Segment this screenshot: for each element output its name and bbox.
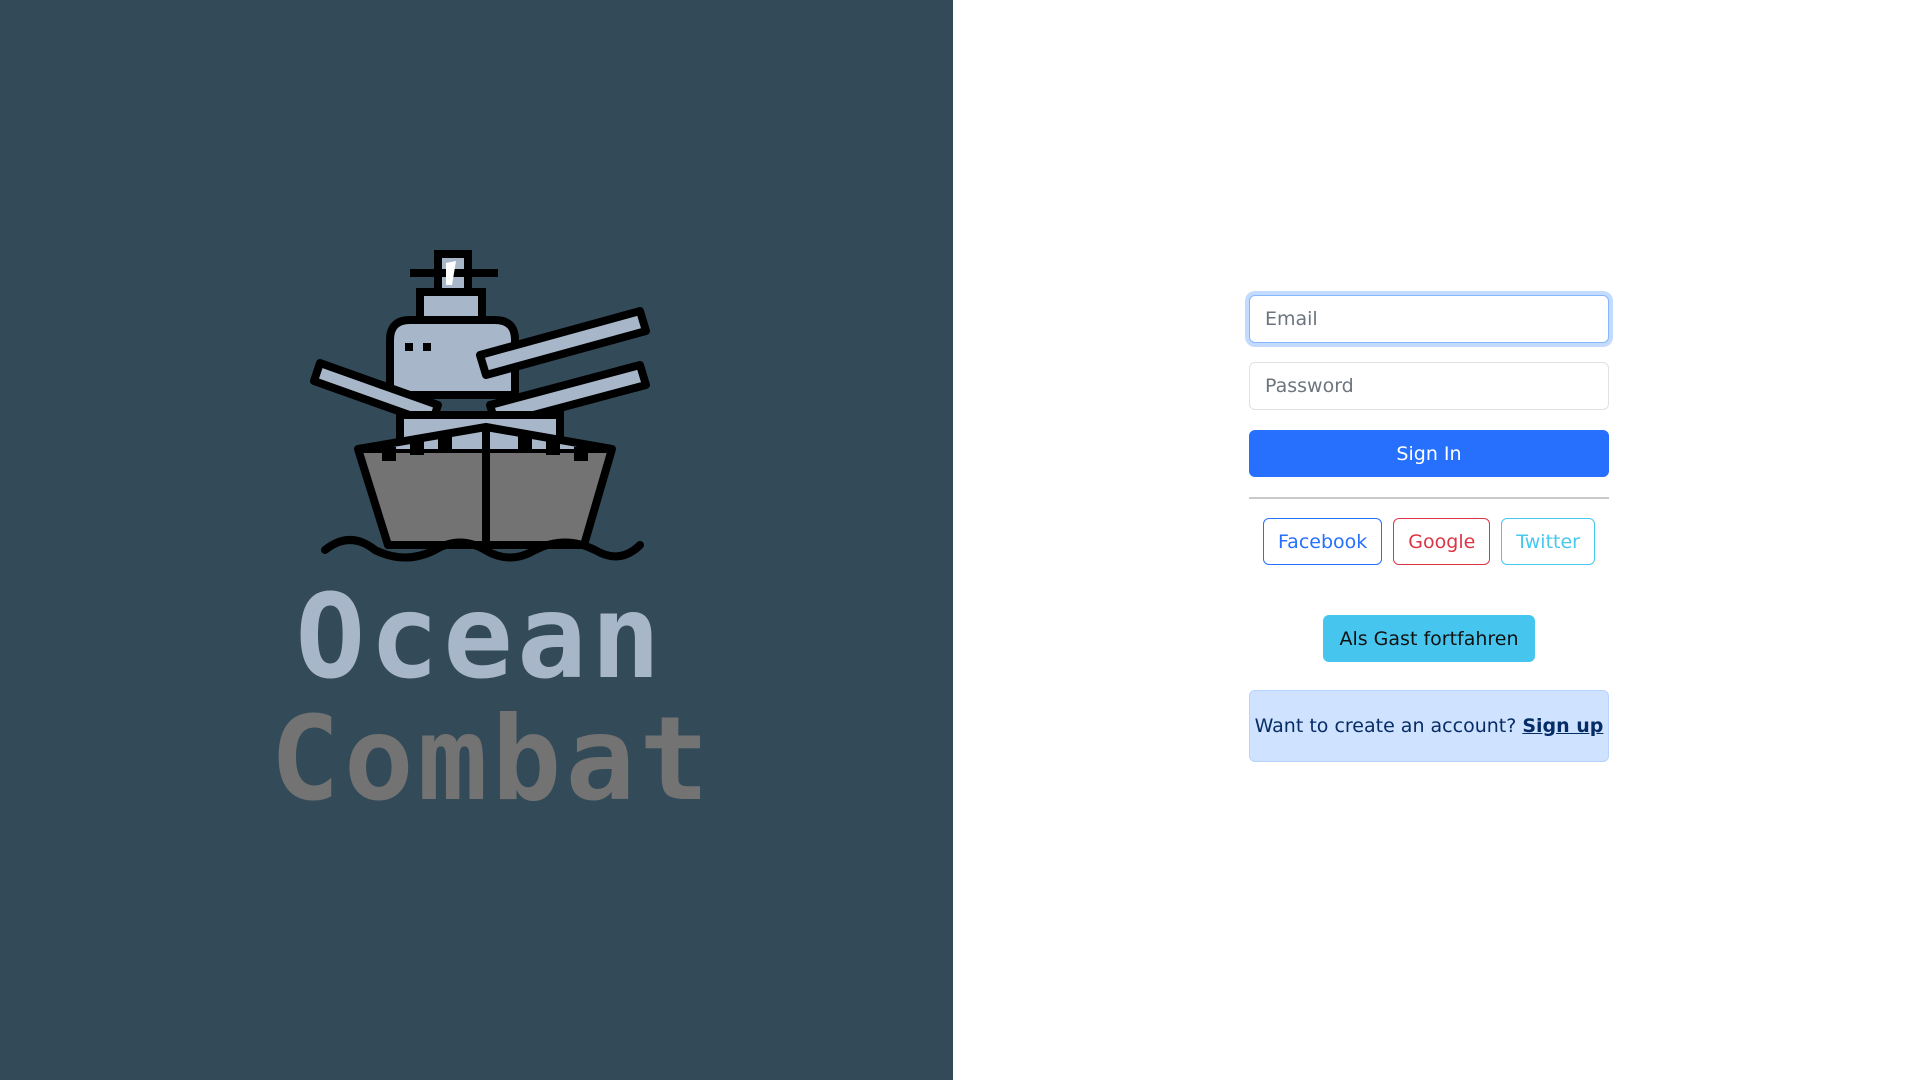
login-form: Sign In Facebook Google Twitter Als Gast… (1249, 295, 1609, 762)
signup-link[interactable]: Sign up (1522, 715, 1603, 737)
brand-name-line-1: Ocean (295, 570, 665, 705)
signup-alert: Want to create an account? Sign up (1249, 690, 1609, 762)
guest-button[interactable]: Als Gast fortfahren (1323, 615, 1535, 662)
facebook-login-button[interactable]: Facebook (1263, 518, 1383, 565)
login-page: Ocean Combat Sign In Facebook Google Twi… (0, 0, 1920, 1080)
brand-panel: Ocean Combat (0, 0, 953, 1080)
social-login-row: Facebook Google Twitter (1249, 518, 1609, 565)
battleship-icon (310, 250, 650, 562)
login-panel: Sign In Facebook Google Twitter Als Gast… (953, 0, 1920, 1080)
google-login-button[interactable]: Google (1393, 518, 1491, 565)
guest-row: Als Gast fortfahren (1249, 615, 1609, 662)
divider (1249, 497, 1609, 499)
signup-prompt: Want to create an account? (1254, 715, 1517, 737)
brand-name-line-2: Combat (270, 692, 714, 827)
email-field[interactable] (1249, 295, 1609, 343)
password-field[interactable] (1249, 362, 1609, 410)
twitter-login-button[interactable]: Twitter (1501, 518, 1595, 565)
ocean-combat-logo: Ocean Combat (270, 245, 714, 835)
sign-in-button[interactable]: Sign In (1249, 430, 1609, 477)
